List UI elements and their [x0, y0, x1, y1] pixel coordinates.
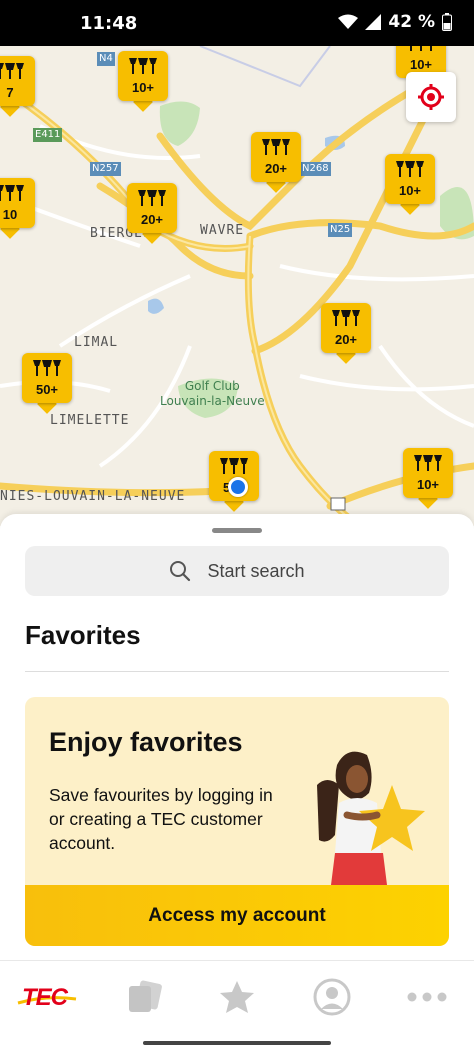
road-sign: N25 — [328, 223, 353, 237]
bike-rack-icon — [332, 310, 360, 326]
road-sign: E411 — [33, 128, 63, 142]
nav-item-more[interactable] — [405, 975, 449, 1019]
search-placeholder: Start search — [207, 560, 305, 581]
bike-rack-icon — [396, 161, 424, 177]
parking-marker[interactable]: 50+ — [22, 353, 72, 414]
more-dots-icon — [407, 992, 447, 1002]
road-sign: N268 — [300, 162, 331, 176]
marker-count: 20+ — [334, 332, 358, 347]
app-screen: 11:48 42 % WAVRE BIERGES LIMAL LIMELETTE… — [0, 0, 474, 1053]
tickets-icon — [129, 980, 162, 1012]
marker-count: 10+ — [409, 57, 433, 72]
map-label-limelette: LIMELETTE — [50, 413, 130, 428]
bike-rack-icon — [410, 46, 432, 51]
parking-marker[interactable]: 10+ — [385, 154, 435, 215]
parking-marker[interactable]: 10+ — [403, 448, 453, 509]
bottom-navigation: TEC — [0, 960, 474, 1053]
parking-marker[interactable]: 10 — [0, 178, 35, 239]
parking-marker[interactable]: 10+ — [118, 51, 168, 112]
marker-count: 10 — [2, 207, 18, 222]
map-label-wavre: WAVRE — [200, 223, 245, 238]
gesture-bar — [143, 1041, 331, 1045]
access-account-button[interactable]: Access my account — [25, 885, 449, 946]
marker-count: 50+ — [35, 382, 59, 397]
wifi-icon — [338, 14, 359, 29]
favorites-promo-card: Enjoy favorites Save favourites by loggi… — [25, 697, 449, 946]
nav-item-account[interactable] — [310, 975, 354, 1019]
locate-me-button[interactable] — [406, 72, 456, 122]
parking-marker[interactable]: 20+ — [251, 132, 301, 193]
star-icon — [220, 981, 254, 1013]
map-view[interactable]: WAVRE BIERGES LIMAL LIMELETTE NIES-LOUVA… — [0, 46, 474, 526]
bike-rack-icon — [0, 185, 24, 201]
marker-count: 20+ — [140, 212, 164, 227]
promo-heading: Enjoy favorites — [49, 727, 243, 757]
parking-marker[interactable]: 20+ — [127, 183, 177, 244]
bike-rack-icon — [414, 455, 442, 471]
tec-logo-text: TEC — [22, 984, 68, 1011]
user-location-dot — [228, 477, 248, 497]
bike-rack-icon — [33, 360, 61, 376]
marker-count: 10+ — [131, 80, 155, 95]
crosshair-icon — [418, 84, 444, 110]
battery-icon — [442, 13, 452, 31]
account-icon — [313, 978, 351, 1016]
woman-holding-star-illustration — [317, 751, 425, 885]
bike-rack-icon — [138, 190, 166, 206]
favorites-title: Favorites — [25, 620, 141, 650]
marker-count: 10+ — [416, 477, 440, 492]
status-bar: 11:48 42 % — [0, 0, 474, 46]
parking-marker[interactable]: 7 — [0, 56, 35, 117]
tec-logo-nav-item[interactable]: TEC — [16, 981, 78, 1013]
bike-rack-icon — [262, 139, 290, 155]
road-sign: N4 — [97, 52, 115, 66]
battery-percent: 42 % — [388, 12, 435, 32]
bike-rack-icon — [0, 63, 24, 79]
status-icons: 42 % — [338, 12, 452, 32]
search-bar[interactable]: Start search — [25, 546, 449, 596]
marker-count: 7 — [6, 85, 14, 100]
promo-body: Save favourites by logging in or creatin… — [49, 785, 273, 853]
marker-count: 20+ — [264, 161, 288, 176]
status-time: 11:48 — [80, 13, 138, 34]
marker-count: 10+ — [398, 183, 422, 198]
bike-rack-icon — [220, 458, 248, 474]
nav-item-favorites[interactable] — [215, 975, 259, 1019]
search-icon — [170, 561, 191, 582]
sheet-drag-handle[interactable] — [212, 528, 262, 533]
parking-marker[interactable]: 20+ — [321, 303, 371, 364]
map-label-louvain: NIES-LOUVAIN-LA-NEUVE — [0, 489, 186, 504]
bottom-sheet: Start search Favorites Enjoy favorites S… — [0, 514, 474, 960]
section-divider — [25, 671, 449, 672]
bike-rack-icon — [129, 58, 157, 74]
nav-item-tickets[interactable] — [122, 975, 166, 1019]
map-poi-golf: Golf Club Louvain-la-Neuve — [160, 379, 265, 408]
map-label-limal: LIMAL — [74, 335, 119, 350]
road-sign: N257 — [90, 162, 121, 176]
signal-icon — [365, 14, 382, 30]
